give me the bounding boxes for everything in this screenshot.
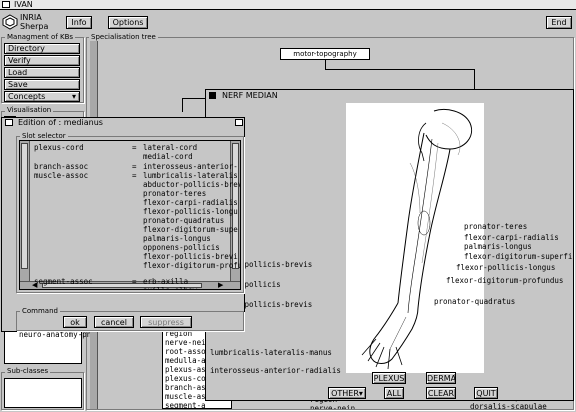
directory-button[interactable]: Directory: [4, 43, 80, 54]
muscle-label[interactable]: palmaris-longus: [464, 242, 532, 251]
concepts-menu-button[interactable]: Concepts ▾: [4, 91, 80, 102]
scroll-right-icon[interactable]: ▶: [218, 282, 223, 289]
title-bar: IVAN: [0, 0, 576, 10]
sub-classes-list[interactable]: [4, 378, 82, 408]
slot-value[interactable]: interosseus-anterior-: [143, 162, 238, 171]
nerf-window-title: NERF MEDIAN: [222, 91, 278, 100]
muscle-label[interactable]: flexor-digitorum-profundus: [446, 276, 563, 285]
end-button[interactable]: End: [546, 16, 572, 29]
slot-value[interactable]: flexor-pollicis-brevi: [143, 252, 238, 261]
tree-edge: [325, 69, 475, 70]
slot-value[interactable]: lateral-cord: [143, 143, 197, 152]
muscle-label[interactable]: pronator-teres: [464, 222, 527, 231]
command-title: Command: [20, 307, 60, 316]
nerve-label[interactable]: lumbricalis-lateralis-manus: [210, 348, 332, 357]
muscle-label[interactable]: pronator-quadratus: [434, 297, 515, 306]
derma-button[interactable]: DERMA: [426, 372, 456, 384]
nerve-label[interactable]: -pollicis: [240, 280, 281, 289]
edition-window-title: Edition of : medianus: [18, 118, 103, 127]
options-button[interactable]: Options: [108, 16, 148, 29]
window-close-icon[interactable]: [209, 92, 216, 99]
slot-left-scrollbar[interactable]: [20, 141, 30, 281]
slot-value[interactable]: abductor-pollicis-brev: [143, 180, 240, 189]
slot-equals: =: [132, 277, 137, 286]
window-menu-icon[interactable]: [2, 1, 10, 8]
slot-value[interactable]: lumbricalis-lateralis: [143, 171, 238, 180]
slot-name[interactable]: muscle-assoc: [34, 171, 88, 180]
ok-button[interactable]: ok: [63, 316, 87, 328]
slot-value[interactable]: erb-axilla: [143, 277, 188, 286]
list-item[interactable]: segment-a: [165, 401, 231, 408]
hexagon-logo-icon: [2, 14, 18, 30]
verify-button[interactable]: Verify: [4, 55, 80, 66]
slot-value[interactable]: axilla-elbow: [143, 286, 197, 289]
slot-list[interactable]: ◀ ▶ plexus-cord = lateral-cord medial-cord b…: [19, 140, 241, 290]
logo-line1: INRIA: [20, 13, 42, 22]
app-title: IVAN: [14, 0, 33, 9]
slot-value[interactable]: medial-cord: [143, 152, 193, 161]
window-close-icon[interactable]: [235, 119, 243, 126]
muscle-label[interactable]: flexor-pollicis-longus: [456, 263, 555, 272]
tree-node-motor-topography[interactable]: motor-topography: [280, 48, 370, 60]
chevron-down-icon: ▾: [71, 92, 76, 101]
cancel-button[interactable]: cancel: [94, 316, 134, 328]
slot-value[interactable]: flexor-carpi-radialis: [143, 198, 238, 207]
slot-value[interactable]: flexor-pollicis-longu: [143, 207, 238, 216]
logo-line2: Sherpa: [20, 22, 49, 31]
slot-value[interactable]: flexor-digitorum-profu: [143, 261, 240, 270]
concepts-label: Concepts: [8, 92, 46, 101]
load-button[interactable]: Load: [4, 67, 80, 78]
slot-value[interactable]: palmaris-longus: [143, 234, 211, 243]
edition-window: Edition of : medianus Slot selector ◀ ▶ …: [1, 117, 245, 332]
info-button[interactable]: Info: [66, 16, 92, 29]
visualisation-title: Visualisation: [5, 106, 54, 115]
edition-window-titlebar: Edition of : medianus: [2, 118, 244, 128]
all-button[interactable]: ALL: [384, 387, 404, 399]
muscle-label[interactable]: flexor-carpi-radialis: [464, 233, 559, 242]
window-menu-icon[interactable]: [5, 119, 13, 126]
plexus-button[interactable]: PLEXUS: [372, 372, 406, 384]
tree-node-label: motor-topography: [293, 50, 357, 58]
nerve-label[interactable]: -pollicis-brevis: [240, 300, 312, 309]
slot-name[interactable]: plexus-cord: [34, 143, 84, 152]
tree-edge: [182, 98, 183, 112]
inria-logo: INRIA Sherpa: [2, 12, 49, 32]
list-item[interactable]: nerve-nein: [310, 404, 390, 409]
nerve-label[interactable]: interosseus-anterior-radialis: [210, 366, 341, 375]
quit-button[interactable]: QUIT: [474, 387, 498, 399]
other-menu-button[interactable]: OTHER▾: [328, 387, 366, 399]
nerf-median-window: NERF MEDIAN -pollicis-brevis -pollicis -po…: [205, 89, 574, 401]
slot-equals: =: [132, 143, 137, 152]
list-item[interactable]: dorsalis-scapulae: [470, 402, 568, 409]
slot-name[interactable]: branch-assoc: [34, 162, 88, 171]
slot-name[interactable]: segment-assoc: [34, 277, 93, 286]
muscle-label[interactable]: flexor-digitorum-superfic: [464, 252, 573, 261]
nerve-label[interactable]: -pollicis-brevis: [240, 260, 312, 269]
scroll-thumb[interactable]: [21, 143, 28, 269]
slot-equals: =: [132, 162, 137, 171]
slot-value[interactable]: pronator-teres: [143, 189, 206, 198]
slot-value[interactable]: opponens-pollicis: [143, 243, 220, 252]
clear-button[interactable]: CLEAR: [426, 387, 456, 399]
slot-equals: =: [132, 171, 137, 180]
sub-classes-title: Sub-classes: [5, 367, 51, 376]
save-button[interactable]: Save: [4, 79, 80, 90]
slot-value[interactable]: pronator-quadratus: [143, 216, 224, 225]
suppress-button[interactable]: suppress: [140, 316, 192, 328]
nerf-window-titlebar: NERF MEDIAN: [206, 90, 573, 102]
slot-value[interactable]: flexor-digitorum-supe: [143, 225, 238, 234]
kb-panel-title: Managment of KBs: [5, 33, 76, 42]
